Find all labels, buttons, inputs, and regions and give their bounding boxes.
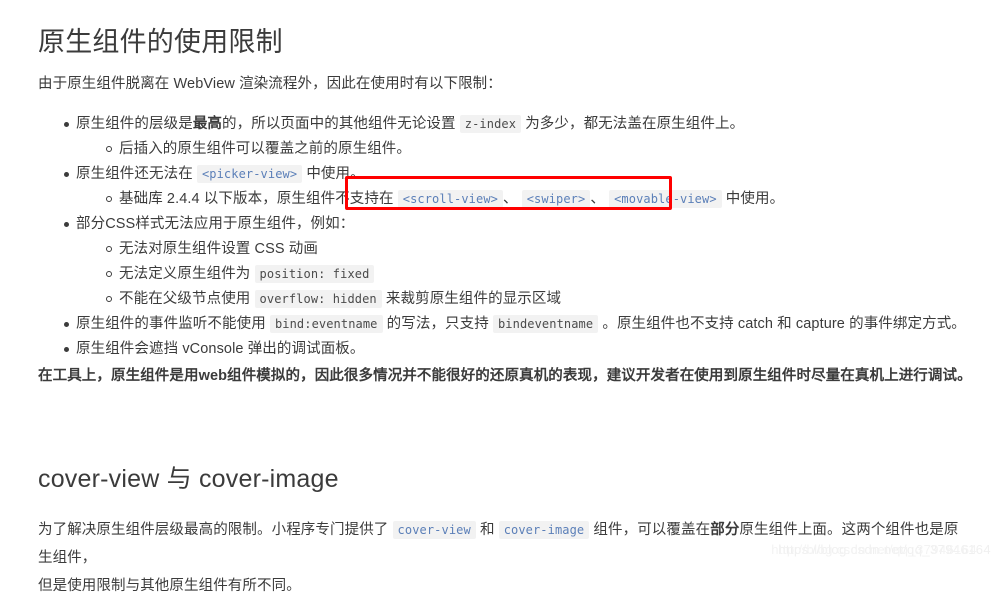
text-fragment: 的写法，只支持 — [386, 316, 489, 332]
section-paragraph-2: 但是使用限制与其他原生组件有所不同。 — [38, 578, 301, 594]
list-item: 原生组件的事件监听不能使用 bind:eventname 的写法，只支持 bin… — [64, 312, 973, 337]
text-fragment: 组件，可以覆盖在 — [593, 522, 711, 538]
code-picker-view: <picker-view> — [196, 165, 303, 183]
text-fragment: 原生组件的事件监听不能使用 — [76, 316, 266, 332]
bold-fragment: 最高 — [192, 116, 223, 132]
sublist: 基础库 2.4.4 以下版本，原生组件不支持在 <scroll-view>、 <… — [76, 187, 973, 212]
code-cover-image: cover-image — [498, 521, 590, 539]
watermark: https://blog.csdn.net/qq_37946164 http:/… — [771, 542, 991, 557]
list-item: 部分CSS样式无法应用于原生组件，例如： 无法对原生组件设置 CSS 动画 无法… — [64, 212, 973, 312]
bold-fragment: 部分 — [710, 522, 740, 538]
text-fragment: 在工具上，原生组件是用 — [38, 368, 199, 384]
bullet-line: 原生组件还无法在 <picker-view> 中使用。 — [76, 165, 365, 183]
text-fragment: 为多少，都无法盖在原生组件上。 — [525, 116, 745, 132]
code-cover-view: cover-view — [392, 521, 476, 539]
code-bind-eventname: bind:eventname — [269, 315, 383, 333]
bold-fragment: web — [198, 368, 228, 384]
text-fragment: 为了解决原生组件层级最高的限制。小程序专门提供了 — [38, 522, 389, 538]
text-fragment: 部分CSS样式无法应用于原生组件，例如： — [76, 216, 355, 232]
bullet-line: 原生组件会遮挡 vConsole 弹出的调试面板。 — [76, 341, 365, 357]
code-position-fixed: position: fixed — [254, 265, 375, 283]
watermark-text-overlay: http://blog.csdn.net/qq_37946164 — [771, 542, 977, 557]
separator: 、 — [502, 191, 518, 207]
text-fragment: 不能在父级节点使用 — [119, 291, 251, 307]
document-content: 原生组件的使用限制 由于原生组件脱离在 WebView 渲染流程外，因此在使用时… — [0, 0, 1003, 600]
bullet-line: 部分CSS样式无法应用于原生组件，例如： — [76, 216, 354, 232]
code-swiper: <swiper> — [521, 190, 591, 208]
intro-paragraph: 由于原生组件脱离在 WebView 渲染流程外，因此在使用时有以下限制： — [38, 76, 502, 92]
text-fragment: 组件模拟的，因此很多情况并不能很好的还原真机的表现，建议开发者在使用到原生组件时… — [227, 368, 972, 384]
list-item: 原生组件的层级是最高的，所以页面中的其他组件无论设置 z-index 为多少，都… — [64, 112, 973, 162]
list-item: 原生组件还无法在 <picker-view> 中使用。 基础库 2.4.4 以下… — [64, 162, 973, 212]
code-bindeventname: bindeventname — [492, 315, 599, 333]
text-fragment: 基础库 2.4.4 以下版本，原生组件不支持在 — [119, 191, 394, 207]
separator: 、 — [590, 191, 605, 207]
limitations-list: 原生组件的层级是最高的，所以页面中的其他组件无论设置 z-index 为多少，都… — [38, 112, 973, 362]
section-cover-view: cover-view 与 cover-image 为了解决原生组件层级最高的限制… — [38, 462, 973, 600]
page-title: 原生组件的使用限制 — [38, 27, 283, 57]
text-fragment: 中使用。 — [725, 191, 785, 207]
sublist: 无法对原生组件设置 CSS 动画 无法定义原生组件为 position: fix… — [76, 237, 973, 312]
list-item: 后插入的原生组件可以覆盖之前的原生组件。 — [106, 137, 973, 162]
list-item: 无法对原生组件设置 CSS 动画 — [106, 237, 973, 262]
text-fragment: 中使用。 — [306, 166, 365, 182]
text-fragment: 原生组件的层级是 — [76, 116, 193, 132]
list-item: 不能在父级节点使用 overflow: hidden 来裁剪原生组件的显示区域 — [106, 287, 973, 312]
code-z-index: z-index — [459, 115, 522, 133]
code-movable-view: <movable-view> — [609, 190, 722, 208]
list-item: 原生组件会遮挡 vConsole 弹出的调试面板。 — [64, 337, 973, 362]
text-fragment: 来裁剪原生组件的显示区域 — [385, 291, 562, 307]
text-fragment: 和 — [479, 522, 495, 538]
list-item: 无法定义原生组件为 position: fixed — [106, 262, 973, 287]
section-title: cover-view 与 cover-image — [38, 465, 339, 493]
sublist: 后插入的原生组件可以覆盖之前的原生组件。 — [76, 137, 973, 162]
text-fragment: 的，所以页面中的其他组件无论设置 — [222, 116, 456, 132]
text-fragment: 原生组件还无法在 — [76, 166, 193, 182]
bold-note-paragraph: 在工具上，原生组件是用web组件模拟的，因此很多情况并不能很好的还原真机的表现，… — [38, 362, 973, 390]
bullet-line: 原生组件的层级是最高的，所以页面中的其他组件无论设置 z-index 为多少，都… — [76, 115, 745, 133]
list-item: 基础库 2.4.4 以下版本，原生组件不支持在 <scroll-view>、 <… — [106, 187, 973, 212]
document-page: 原生组件的使用限制 由于原生组件脱离在 WebView 渲染流程外，因此在使用时… — [0, 0, 1003, 594]
text-fragment: 。原生组件也不支持 catch 和 capture 的事件绑定方式。 — [602, 316, 966, 332]
text-fragment: 无法定义原生组件为 — [119, 266, 251, 282]
code-overflow-hidden: overflow: hidden — [254, 290, 382, 308]
code-scroll-view: <scroll-view> — [397, 190, 503, 208]
bullet-line: 原生组件的事件监听不能使用 bind:eventname 的写法，只支持 bin… — [76, 315, 966, 333]
